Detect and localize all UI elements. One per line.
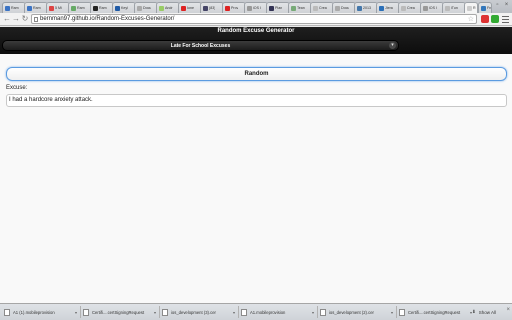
favicon-icon	[203, 5, 208, 11]
browser-tab[interactable]: iOS I	[244, 2, 268, 13]
browser-tab[interactable]: Ione	[178, 2, 202, 13]
browser-tab[interactable]: Free	[478, 2, 492, 13]
category-select-label: Late For School Excuses	[170, 43, 231, 49]
divider	[159, 306, 160, 318]
page-title: Random Excuse Generator	[217, 28, 295, 34]
divider	[396, 306, 397, 318]
bookmark-star-icon[interactable]: ☆	[468, 15, 474, 24]
browser-toolbar: ← → ↻ bernman97.github.io/Random-Excuses…	[0, 13, 512, 26]
download-item[interactable]: A1.mobileprovision ▾	[241, 307, 314, 317]
favicon-icon	[423, 5, 428, 11]
file-icon	[162, 308, 168, 316]
close-icon[interactable]: ×	[506, 307, 510, 313]
github-icon	[93, 5, 98, 11]
chevron-down-icon[interactable]: ▾	[233, 310, 235, 315]
favicon-icon	[291, 5, 296, 11]
download-item[interactable]: A1 (1).mobileprovision ▾	[4, 307, 77, 317]
browser-tab[interactable]: 2013	[354, 2, 378, 13]
favicon-icon	[115, 5, 120, 11]
browser-tab[interactable]: Docu	[332, 2, 356, 13]
file-icon	[241, 308, 247, 316]
chevron-down-icon[interactable]: ▾	[391, 310, 393, 315]
favicon-icon	[481, 5, 486, 11]
browser-tab[interactable]: Ram	[24, 2, 48, 13]
browser-tab[interactable]: Crea	[398, 2, 422, 13]
chevron-down-icon: ▾	[389, 42, 396, 49]
browser-tab[interactable]: iTun	[442, 2, 466, 13]
browser-tab[interactable]: Crea	[310, 2, 334, 13]
divider	[317, 306, 318, 318]
favicon-icon	[269, 5, 274, 11]
download-item[interactable]: Certifi....certSigningRequest ▾	[399, 307, 472, 317]
app-header: Random Excuse Generator Late For School …	[0, 27, 512, 54]
category-select[interactable]: Late For School Excuses ▾	[2, 40, 399, 51]
window-close-icon[interactable]: ×	[503, 2, 510, 9]
chevron-down-icon[interactable]: ▾	[154, 310, 156, 315]
menu-icon[interactable]	[501, 14, 510, 24]
show-all-downloads-button[interactable]: ⬇ Show All	[472, 307, 510, 317]
favicon-icon	[313, 5, 318, 11]
favicon-icon	[27, 5, 32, 11]
show-all-label: Show All	[478, 309, 497, 315]
browser-tab[interactable]: Ram	[68, 2, 92, 13]
file-icon	[320, 308, 326, 316]
extension-icon[interactable]	[481, 15, 489, 23]
browser-tab[interactable]: Ram	[90, 2, 114, 13]
url-text: bernman97.github.io/Random-Excuses-Gener…	[40, 16, 175, 22]
page-content: Random Excuse Generator Late For School …	[0, 27, 512, 303]
browser-tab[interactable]: iOS I	[420, 2, 444, 13]
downloads-bar: A1 (1).mobileprovision ▾ Certifi....certS…	[0, 303, 512, 320]
tab-strip: Ram Ram 5 Mi Ram Ram Keyl Docu Andr Ione…	[0, 0, 512, 13]
file-icon	[83, 308, 89, 316]
youtube-icon	[181, 5, 186, 11]
download-item[interactable]: ios_development (2).cer ▾	[320, 307, 393, 317]
browser-tab[interactable]: Keyl	[112, 2, 136, 13]
file-icon	[4, 308, 10, 316]
excuse-output[interactable]: I had a hardcore anxiety attack.	[6, 94, 507, 107]
excuse-label: Excuse:	[6, 85, 28, 91]
new-tab-icon[interactable]: ▫	[494, 2, 501, 9]
extension-icon[interactable]	[491, 15, 499, 23]
favicon-icon	[379, 5, 384, 11]
favicon-icon	[247, 5, 252, 11]
youtube-icon	[225, 5, 230, 11]
browser-tab[interactable]: Docu	[134, 2, 158, 13]
divider	[238, 306, 239, 318]
favicon-icon	[445, 5, 450, 11]
favicon-icon	[137, 5, 142, 11]
chevron-down-icon[interactable]: ▾	[75, 310, 77, 315]
browser-tab[interactable]: (83)	[200, 2, 224, 13]
favicon-icon	[5, 5, 10, 11]
browser-tab[interactable]: 5 Mi	[46, 2, 70, 13]
favicon-icon	[357, 5, 362, 11]
chevron-down-icon[interactable]: ▾	[312, 310, 314, 315]
file-icon	[399, 308, 405, 316]
browser-tab[interactable]: Ram	[2, 2, 26, 13]
favicon-icon	[159, 5, 164, 11]
favicon-icon	[467, 5, 472, 11]
random-button[interactable]: Random	[6, 67, 507, 81]
browser-tab[interactable]: Andr	[156, 2, 180, 13]
reload-icon[interactable]: ↻	[20, 14, 30, 24]
browser-tab-active[interactable]: R	[464, 2, 478, 13]
divider	[80, 306, 81, 318]
favicon-icon	[401, 5, 406, 11]
favicon-icon	[335, 5, 340, 11]
browser-tab[interactable]: Plan	[266, 2, 290, 13]
browser-tab[interactable]: Prov	[222, 2, 246, 13]
favicon-icon	[49, 5, 54, 11]
download-arrow-icon: ⬇	[472, 309, 476, 314]
address-bar[interactable]: bernman97.github.io/Random-Excuses-Gener…	[31, 14, 477, 24]
page-icon	[34, 17, 38, 22]
download-item[interactable]: ios_development (3).cer ▾	[162, 307, 235, 317]
download-item[interactable]: Certifi....certSigningRequest ▾	[83, 307, 156, 317]
favicon-icon	[71, 5, 76, 11]
browser-tab[interactable]: Tean	[288, 2, 312, 13]
browser-tab[interactable]: Jiera	[376, 2, 400, 13]
